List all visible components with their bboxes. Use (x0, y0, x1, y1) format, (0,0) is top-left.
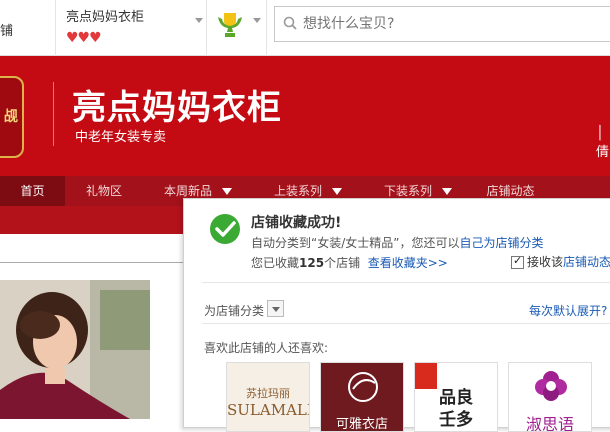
nav-item-label: 礼物区 (85, 184, 122, 198)
nav-item-label: 首页 (20, 184, 45, 198)
trophy-dropdown-caret-icon[interactable] (253, 18, 261, 23)
popup-divider (202, 323, 610, 324)
nav-item-label: 上装系列 (273, 184, 322, 198)
nav-item-gifts[interactable]: 礼物区 (65, 176, 143, 206)
search-box[interactable] (274, 6, 610, 42)
shop-name[interactable]: 亮点妈妈衣柜 (66, 6, 144, 25)
shop-rating-hearts: ♥♥♥ (66, 30, 102, 46)
nav-subbar (0, 206, 185, 234)
self-categorize-link[interactable]: 自己为店铺分类 (459, 236, 543, 250)
content-divider (0, 262, 185, 263)
shop-logo[interactable]: 觇 (0, 76, 24, 158)
related-shop-name-en: SULAMALI (227, 401, 310, 419)
receive-updates-label: 接收该 (527, 255, 564, 269)
nav-item-label: 店铺动态 (486, 184, 535, 198)
shop-logo-text: 觇 (4, 109, 18, 125)
popup-category-note: 自动分类到“女装/女士精品”，您还可以自己为店铺分类 (251, 234, 544, 251)
default-expand-link[interactable]: 每次默认展开? (529, 302, 607, 319)
divider (55, 0, 56, 56)
related-shop-thumb[interactable]: 可雅衣店 (320, 362, 404, 432)
category-label: 为店铺分类 (204, 304, 265, 318)
related-shop-thumb[interactable]: 品良 壬多 (414, 362, 498, 432)
category-dropdown[interactable] (267, 300, 284, 317)
popup-count-prefix: 您已收藏 (251, 256, 300, 270)
shop-dropdown-caret-icon[interactable] (195, 18, 203, 23)
trophy-icon[interactable] (213, 9, 247, 43)
popup-title: 店铺收藏成功! (251, 215, 342, 231)
receive-updates-option[interactable]: 接收该店铺动态 (511, 253, 610, 270)
popup-count-suffix: 个店铺 (324, 256, 361, 270)
popup-category-text: 自动分类到“女装/女士精品”，您还可以 (251, 236, 460, 250)
popup-divider (202, 282, 610, 283)
divider (266, 0, 267, 56)
top-bar: 铺 亮点妈妈衣柜 ♥♥♥ (0, 0, 610, 56)
search-input[interactable] (303, 13, 603, 35)
related-shop-thumb[interactable]: 淑思语 (508, 362, 592, 432)
product-model-image[interactable] (0, 280, 150, 419)
favorite-success-popup: 店铺收藏成功! 自动分类到“女装/女士精品”，您还可以自己为店铺分类 您已收藏1… (183, 198, 610, 432)
dropdown-arrow-icon (442, 188, 452, 195)
also-like-label: 喜欢此店铺的人还喜欢: (204, 341, 329, 355)
related-shop-name: 淑思语 (525, 415, 574, 432)
view-favorites-link[interactable]: 查看收藏夹>> (368, 256, 448, 270)
related-shop-thumb[interactable]: 苏拉玛丽 SULAMALI (226, 362, 310, 432)
banner-divider (53, 82, 54, 146)
related-shop-name-line2: 壬多 (439, 410, 473, 430)
shop-subtitle: 中老年女装专卖 (75, 130, 167, 145)
nav-item-home[interactable]: 首页 (0, 176, 65, 206)
flower-logo-icon (535, 371, 567, 401)
shop-title: 亮点妈妈衣柜 (72, 88, 282, 128)
banner-right-stub: │倩 (596, 126, 610, 160)
search-icon (283, 16, 297, 30)
nav-item-label: 本周新品 (163, 184, 212, 198)
popup-count-note: 您已收藏125个店铺 查看收藏夹>> (251, 254, 448, 271)
shop-logo-graphic-icon (348, 372, 378, 402)
shop-banner: 觇 亮点妈妈衣柜 中老年女装专卖 │倩 (0, 56, 610, 176)
topbar-left-stub[interactable]: 铺 (0, 20, 13, 39)
success-check-icon (210, 214, 240, 244)
nav-item-label: 下装系列 (383, 184, 432, 198)
shop-updates-link[interactable]: 店铺动态 (563, 255, 610, 269)
divider (206, 0, 207, 56)
dropdown-arrow-icon (222, 188, 232, 195)
related-shop-name: 可雅衣店 (335, 417, 388, 432)
dropdown-arrow-icon (332, 188, 342, 195)
favorites-count: 125 (299, 256, 325, 270)
related-shop-name: 苏拉玛丽 (246, 387, 290, 400)
receive-updates-checkbox[interactable] (511, 254, 524, 269)
